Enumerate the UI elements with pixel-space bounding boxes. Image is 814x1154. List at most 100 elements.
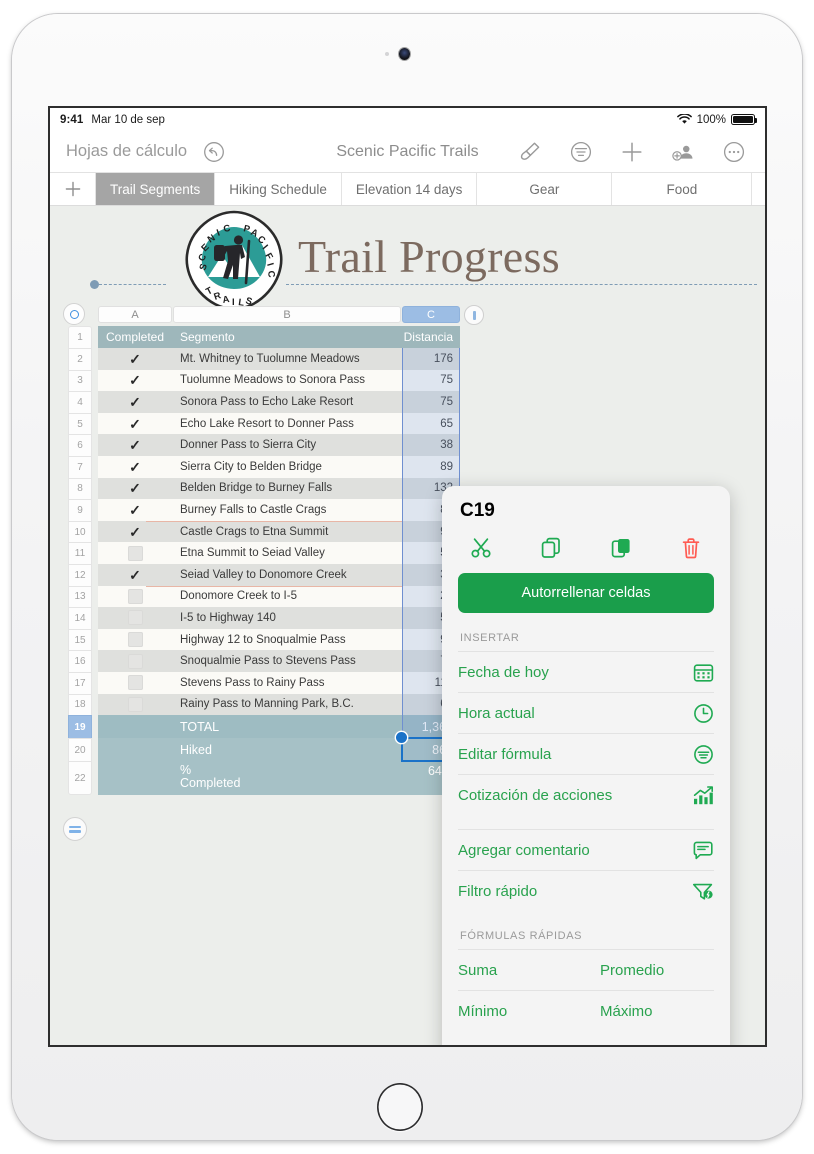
row-header-9[interactable]: 9 bbox=[68, 499, 92, 521]
checkbox-checked-icon[interactable] bbox=[128, 481, 143, 496]
table-row[interactable]: Mt. Whitney to Tuolumne Meadows176 bbox=[98, 348, 460, 370]
tab-hiking-schedule[interactable]: Hiking Schedule bbox=[215, 173, 342, 205]
cell-completed[interactable] bbox=[98, 394, 172, 409]
checkbox-unchecked-icon[interactable] bbox=[127, 653, 143, 669]
row-header-10[interactable]: 10 bbox=[68, 520, 92, 543]
checkbox-unchecked-icon[interactable] bbox=[127, 675, 143, 691]
row-header-4[interactable]: 4 bbox=[68, 391, 92, 413]
table-row[interactable]: Seiad Valley to Donomore Creek35 bbox=[98, 563, 460, 586]
table-row[interactable]: Tuolumne Meadows to Sonora Pass75 bbox=[98, 369, 460, 392]
cell-completed[interactable] bbox=[98, 567, 172, 582]
row-header-17[interactable]: 17 bbox=[68, 671, 92, 694]
row-header-22[interactable]: 22 bbox=[68, 761, 92, 796]
cell-segmento[interactable]: Snoqualmie Pass to Stevens Pass bbox=[172, 655, 402, 667]
cell-completed[interactable] bbox=[98, 416, 172, 431]
cell-segmento[interactable]: Seiad Valley to Donomore Creek bbox=[172, 569, 402, 581]
table-row[interactable]: Belden Bridge to Burney Falls132 bbox=[98, 477, 460, 500]
format-icon[interactable] bbox=[568, 139, 594, 165]
checkbox-checked-icon[interactable] bbox=[128, 567, 143, 582]
table-row[interactable]: Sonora Pass to Echo Lake Resort75 bbox=[98, 391, 460, 413]
column-header-b[interactable]: B bbox=[173, 306, 401, 323]
row-header-2[interactable]: 2 bbox=[68, 348, 92, 370]
row-header-19[interactable]: 19 bbox=[68, 715, 92, 739]
table-row[interactable]: Donomore Creek to I-528 bbox=[98, 585, 460, 608]
table-row[interactable]: Echo Lake Resort to Donner Pass65 bbox=[98, 412, 460, 435]
cell-completed[interactable] bbox=[98, 545, 172, 561]
paintbrush-icon[interactable] bbox=[517, 139, 543, 165]
cell-segmento[interactable]: Donner Pass to Sierra City bbox=[172, 439, 402, 451]
cell-segmento[interactable]: Castle Crags to Etna Summit bbox=[172, 526, 402, 538]
table-row[interactable]: Highway 12 to Snoqualmie Pass98 bbox=[98, 628, 460, 651]
cell-distancia[interactable]: 65 bbox=[402, 418, 460, 430]
cell-completed[interactable] bbox=[98, 502, 172, 517]
cell-segmento[interactable]: Stevens Pass to Rainy Pass bbox=[172, 677, 402, 689]
row-header-8[interactable]: 8 bbox=[68, 477, 92, 500]
cell-segmento[interactable]: Segmento bbox=[172, 330, 402, 344]
cell-distancia[interactable]: Distancia bbox=[402, 330, 460, 344]
table-row[interactable]: Snoqualmie Pass to Stevens Pass74 bbox=[98, 650, 460, 672]
row-header-15[interactable]: 15 bbox=[68, 628, 92, 651]
row-header-11[interactable]: 11 bbox=[68, 542, 92, 564]
table-row[interactable]: % Completed 64% bbox=[98, 761, 460, 796]
cell-segmento[interactable]: TOTAL bbox=[172, 720, 402, 734]
row-header-12[interactable]: 12 bbox=[68, 563, 92, 586]
row-header-18[interactable]: 18 bbox=[68, 693, 92, 716]
cell-completed[interactable] bbox=[98, 653, 172, 669]
checkbox-checked-icon[interactable] bbox=[128, 351, 143, 366]
cell-segmento[interactable]: Sonora Pass to Echo Lake Resort bbox=[172, 396, 402, 408]
cell-segmento[interactable]: % Completed bbox=[172, 761, 402, 790]
cell-completed[interactable] bbox=[98, 632, 172, 648]
autofill-cells-button[interactable]: Autorrellenar celdas bbox=[458, 573, 714, 613]
selection-handle-topleft[interactable] bbox=[396, 732, 407, 743]
menu-item-edit-formula[interactable]: Editar fórmula bbox=[458, 733, 714, 774]
home-button[interactable] bbox=[377, 1083, 423, 1131]
cell-completed[interactable] bbox=[98, 696, 172, 712]
checkbox-checked-icon[interactable] bbox=[128, 373, 143, 388]
table-row[interactable]: Donner Pass to Sierra City38 bbox=[98, 434, 460, 456]
formula-minimo[interactable]: Mínimo bbox=[458, 990, 586, 1031]
cell-completed[interactable] bbox=[98, 459, 172, 474]
formula-maximo[interactable]: Máximo bbox=[586, 990, 714, 1031]
column-header-c[interactable]: C bbox=[402, 306, 460, 323]
table-select-handle[interactable] bbox=[63, 303, 85, 325]
formula-promedio[interactable]: Promedio bbox=[586, 949, 714, 990]
cell-segmento[interactable]: Donomore Creek to I-5 bbox=[172, 590, 402, 602]
cell-distancia[interactable]: 75 bbox=[402, 374, 460, 386]
row-header-14[interactable]: 14 bbox=[68, 607, 92, 629]
table-row[interactable]: I-5 to Highway 14055 bbox=[98, 607, 460, 629]
cell-completed[interactable] bbox=[98, 675, 172, 691]
cell-segmento[interactable]: Hiked bbox=[172, 743, 402, 757]
checkbox-checked-icon[interactable] bbox=[128, 394, 143, 409]
column-resize-handle[interactable] bbox=[464, 305, 484, 325]
menu-item-stock-quote[interactable]: Cotización de acciones bbox=[458, 774, 714, 815]
row-header-3[interactable]: 3 bbox=[68, 369, 92, 392]
cell-segmento[interactable]: I-5 to Highway 140 bbox=[172, 612, 402, 624]
menu-item-quick-filter[interactable]: Filtro rápido bbox=[458, 870, 714, 911]
row-format-button[interactable] bbox=[63, 817, 87, 841]
add-sheet-button[interactable] bbox=[50, 173, 96, 205]
copy-icon[interactable] bbox=[538, 535, 564, 561]
cell-segmento[interactable]: Mt. Whitney to Tuolumne Meadows bbox=[172, 353, 402, 365]
cell-distancia[interactable]: 75 bbox=[402, 396, 460, 408]
row-header-5[interactable]: 5 bbox=[68, 412, 92, 435]
more-options-icon[interactable] bbox=[721, 139, 747, 165]
table-row[interactable]: Burney Falls to Castle Crags82 bbox=[98, 499, 460, 521]
table-row[interactable]: Sierra City to Belden Bridge89 bbox=[98, 455, 460, 478]
table-row[interactable]: Stevens Pass to Rainy Pass115 bbox=[98, 671, 460, 694]
cell-segmento[interactable]: Belden Bridge to Burney Falls bbox=[172, 482, 402, 494]
cell-segmento[interactable]: Highway 12 to Snoqualmie Pass bbox=[172, 634, 402, 646]
undo-icon[interactable] bbox=[201, 139, 227, 165]
cell-completed[interactable] bbox=[98, 588, 172, 604]
table-row[interactable]: Castle Crags to Etna Summit99 bbox=[98, 520, 460, 543]
row-header-13[interactable]: 13 bbox=[68, 585, 92, 608]
checkbox-unchecked-icon[interactable] bbox=[127, 610, 143, 626]
tab-trail-segments[interactable]: Trail Segments bbox=[96, 173, 216, 205]
table-row[interactable]: Etna Summit to Seiad Valley56 bbox=[98, 542, 460, 564]
table-row[interactable]: Rainy Pass to Manning Park, B.C.69 bbox=[98, 693, 460, 716]
menu-item-add-comment[interactable]: Agregar comentario bbox=[458, 829, 714, 870]
selection-handle-left[interactable] bbox=[90, 280, 99, 289]
checkbox-checked-icon[interactable] bbox=[128, 459, 143, 474]
tab-gear[interactable]: Gear bbox=[477, 173, 613, 205]
cell-distancia[interactable]: 176 bbox=[402, 353, 460, 365]
row-header-16[interactable]: 16 bbox=[68, 650, 92, 672]
